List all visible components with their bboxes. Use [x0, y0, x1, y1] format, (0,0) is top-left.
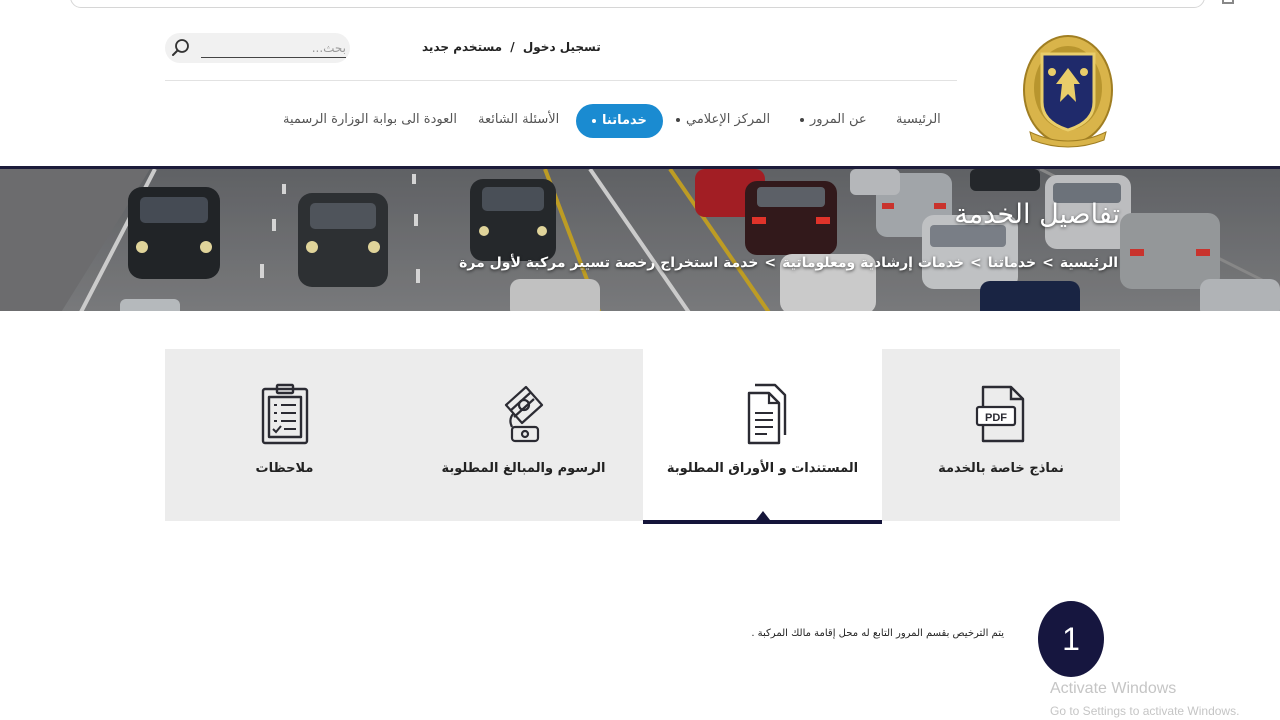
tab-required-documents[interactable]: المستندات و الأوراق المطلوبة: [643, 349, 882, 524]
breadcrumb-separator: >: [1042, 255, 1054, 271]
traffic-photo: [0, 169, 1280, 311]
tab-fees[interactable]: الرسوم والمبالغ المطلوبة: [404, 349, 643, 521]
dropdown-dot-icon: [676, 117, 680, 122]
auth-links: تسجيل دخول / مستخدم جديد: [420, 40, 603, 58]
tab-service-forms[interactable]: PDF نماذج خاصة بالخدمة: [882, 349, 1120, 521]
breadcrumb-services[interactable]: خدماتنا: [988, 255, 1036, 271]
nav-item-label: خدماتنا: [602, 113, 647, 128]
watermark-title: Activate Windows: [1050, 680, 1177, 697]
step-description: يتم الترخيص بقسم المرور التابع له محل إق…: [751, 628, 1004, 639]
dropdown-dot-icon: [592, 118, 596, 123]
breadcrumb: الرئيسية > خدماتنا > خدمات إرشادية ومعلوماتي…: [459, 255, 1118, 271]
search-icon[interactable]: [171, 38, 191, 58]
dropdown-dot-icon: [800, 117, 804, 122]
breadcrumb-separator: >: [764, 255, 777, 271]
tab-notes[interactable]: ملاحظات: [165, 349, 404, 521]
nav-item-label: المركز الإعلامي: [686, 112, 771, 127]
windows-activation-watermark: Activate Windows Go to Settings to activ…: [1050, 680, 1239, 718]
active-tab-caret-icon: [755, 511, 770, 520]
ministry-logo[interactable]: [1020, 32, 1116, 148]
nav-item-label: عن المرور: [810, 112, 867, 127]
tab-label: نماذج خاصة بالخدمة: [938, 461, 1064, 476]
nav-item-media-center[interactable]: المركز الإعلامي: [676, 102, 770, 138]
breadcrumb-current: خدمة استخراج رخصة تسيير مركبة لأول مرة: [459, 255, 759, 271]
pdf-file-icon: PDF: [975, 385, 1025, 443]
search-input[interactable]: [201, 38, 346, 58]
login-link[interactable]: تسجيل دخول: [523, 40, 601, 54]
main-nav: الرئيسية عن المرور المركز الإعلامي خدمات…: [270, 102, 950, 142]
svg-text:PDF: PDF: [985, 412, 1007, 424]
nav-item-faq[interactable]: الأسئلة الشائعة: [478, 102, 559, 138]
search-box: [165, 33, 350, 63]
nav-item-services[interactable]: خدماتنا: [576, 104, 663, 138]
service-detail-tabs: PDF نماذج خاصة بالخدمة المستندات و الأور…: [165, 349, 1120, 524]
active-tab-underline: [643, 520, 882, 524]
tab-label: الرسوم والمبالغ المطلوبة: [441, 461, 606, 476]
page-title: تفاصيل الخدمة: [954, 199, 1120, 230]
clipboard-notes-icon: [261, 383, 308, 445]
browser-window-icon[interactable]: [1222, 0, 1234, 4]
nav-item-label: الأسئلة الشائعة: [478, 112, 560, 127]
nav-item-label: العودة الى بوابة الوزارة الرسمية: [283, 112, 457, 127]
nav-item-home[interactable]: الرئيسية: [896, 102, 941, 138]
browser-top-strip: [0, 0, 1280, 14]
browser-address-bar[interactable]: [70, 0, 1205, 8]
breadcrumb-home[interactable]: الرئيسية: [1060, 255, 1118, 271]
documents-icon: [747, 383, 786, 445]
page-banner: تفاصيل الخدمة الرئيسية > خدماتنا > خدمات إرش…: [0, 166, 1280, 311]
breadcrumb-category[interactable]: خدمات إرشادية ومعلوماتية: [782, 255, 964, 271]
money-fees-icon: [504, 385, 543, 443]
step-number-badge: 1: [1038, 601, 1104, 677]
tab-label: ملاحظات: [255, 461, 314, 476]
nav-item-label: الرئيسية: [896, 112, 941, 127]
nav-item-ministry-portal[interactable]: العودة الى بوابة الوزارة الرسمية: [283, 102, 457, 138]
auth-separator: /: [510, 40, 515, 54]
register-link[interactable]: مستخدم جديد: [422, 40, 502, 54]
tab-label: المستندات و الأوراق المطلوبة: [666, 461, 859, 476]
breadcrumb-separator: >: [970, 255, 982, 271]
site-header: تسجيل دخول / مستخدم جديد الرئيسية عن الم…: [0, 14, 1280, 166]
watermark-subtitle: Go to Settings to activate Windows.: [1050, 704, 1240, 718]
header-divider: [165, 80, 957, 81]
nav-item-about[interactable]: عن المرور: [800, 102, 867, 138]
